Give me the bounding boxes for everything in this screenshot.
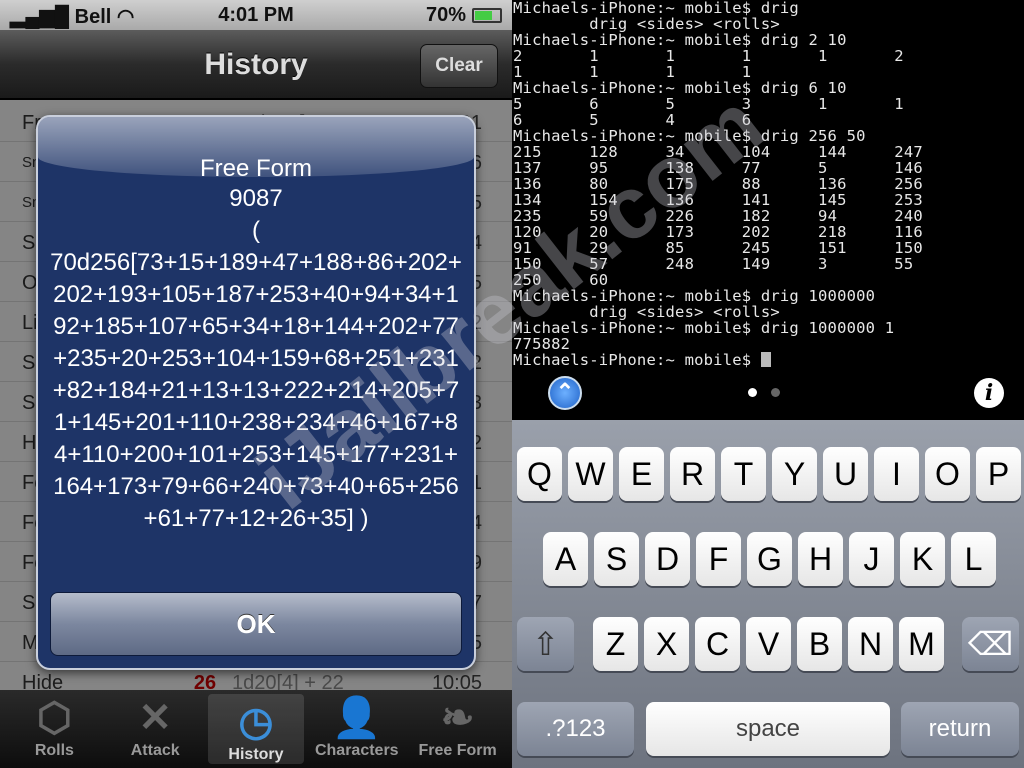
key-a[interactable]: A <box>543 532 588 586</box>
person-icon: 👤 <box>331 696 382 740</box>
tab-label: Rolls <box>34 742 74 759</box>
key-d[interactable]: D <box>645 532 690 586</box>
d20-icon: ⬡ <box>36 696 72 740</box>
key-z[interactable]: Z <box>593 617 638 671</box>
terminal-screen: Michaels-iPhone:~ mobile$ drig drig <sid… <box>512 0 1024 768</box>
feather-icon: ❧ <box>440 696 475 740</box>
battery-fill <box>475 11 492 20</box>
key-i[interactable]: I <box>874 447 919 501</box>
key-j[interactable]: J <box>849 532 894 586</box>
battery: 70% <box>426 4 502 27</box>
terminal-output[interactable]: Michaels-iPhone:~ mobile$ drig drig <sid… <box>512 0 1024 420</box>
return-key[interactable]: return <box>901 702 1019 756</box>
nav-bar: History Clear <box>0 30 512 100</box>
key-g[interactable]: G <box>747 532 792 586</box>
key-s[interactable]: S <box>594 532 639 586</box>
tab-characters[interactable]: 👤 Characters <box>309 690 405 768</box>
key-x[interactable]: X <box>644 617 689 671</box>
alert-open-paren: ( <box>252 217 260 244</box>
key-t[interactable]: T <box>721 447 766 501</box>
backspace-icon: ⌫ <box>967 626 1014 662</box>
toggle-toolbar-icon[interactable]: ⌃ <box>548 376 582 410</box>
key-r[interactable]: R <box>670 447 715 501</box>
alert-title: Free Form <box>199 155 312 182</box>
key-b[interactable]: B <box>797 617 842 671</box>
key-q[interactable]: Q <box>517 447 562 501</box>
backspace-key[interactable]: ⌫ <box>962 617 1019 671</box>
page-dot-active[interactable] <box>748 388 757 397</box>
numbers-key[interactable]: .?123 <box>517 702 634 756</box>
shift-icon: ⇧ <box>532 626 559 662</box>
key-o[interactable]: O <box>925 447 970 501</box>
key-c[interactable]: C <box>695 617 740 671</box>
tab-label: Characters <box>314 742 399 759</box>
page-dot[interactable] <box>771 388 780 397</box>
key-e[interactable]: E <box>619 447 664 501</box>
key-m[interactable]: M <box>899 617 944 671</box>
key-l[interactable]: L <box>951 532 996 586</box>
page-control[interactable] <box>748 388 780 397</box>
info-icon[interactable]: i <box>974 378 1004 408</box>
roll-result-alert: Free Form 9087 ( 70d256[73+15+189+47+188… <box>36 115 476 670</box>
battery-icon <box>472 8 502 23</box>
cursor <box>760 352 771 367</box>
key-f[interactable]: F <box>696 532 741 586</box>
key-u[interactable]: U <box>823 447 868 501</box>
key-y[interactable]: Y <box>772 447 817 501</box>
dice-app-screen: ▂▄▆█ Bell ◠ 4:01 PM 70% History Clear Fr… <box>0 0 512 768</box>
space-key[interactable]: space <box>646 702 890 756</box>
key-n[interactable]: N <box>848 617 893 671</box>
key-k[interactable]: K <box>900 532 945 586</box>
tab-attack[interactable]: ✕ Attack <box>107 690 203 768</box>
key-p[interactable]: P <box>976 447 1021 501</box>
crossed-swords-icon: ✕ <box>138 696 172 740</box>
tab-label: History <box>228 746 284 763</box>
key-v[interactable]: V <box>746 617 791 671</box>
clear-button[interactable]: Clear <box>420 44 498 88</box>
tab-bar: ⬡ Rolls ✕ Attack ◷ History 👤 Characters ❧ Free Fo… <box>0 690 512 768</box>
alert-expression: 70d256[73+15+189+47+188+86+202+202+193+1… <box>50 249 462 532</box>
status-bar: ▂▄▆█ Bell ◠ 4:01 PM 70% <box>0 0 512 30</box>
tab-history[interactable]: ◷ History <box>207 694 304 764</box>
alert-total: 9087 <box>229 185 283 212</box>
tab-label: Attack <box>130 742 180 759</box>
tab-rolls[interactable]: ⬡ Rolls <box>6 690 102 768</box>
keyboard: Q W E R T Y U I O P A S D F G H J K L ⇧ Z X C V B N M ⌫ .?123 space re… <box>512 420 1024 768</box>
key-h[interactable]: H <box>798 532 843 586</box>
ok-button[interactable]: OK <box>50 592 462 656</box>
tab-free-form[interactable]: ❧ Free Form <box>410 690 506 768</box>
shift-key[interactable]: ⇧ <box>517 617 574 671</box>
history-clock-icon: ◷ <box>238 700 274 744</box>
tab-label: Free Form <box>418 742 497 759</box>
key-w[interactable]: W <box>568 447 613 501</box>
